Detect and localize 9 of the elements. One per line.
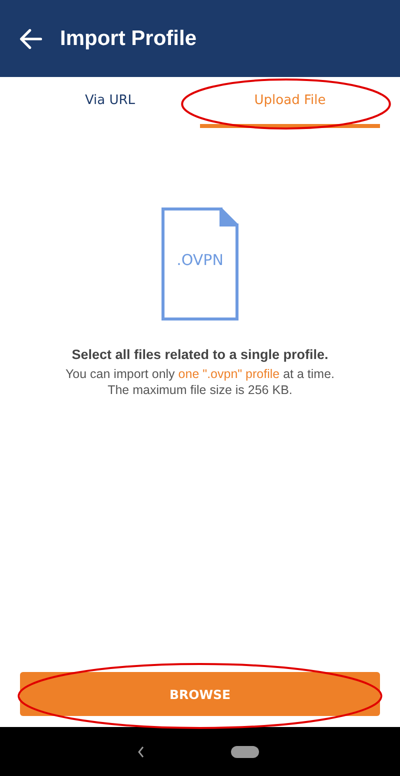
file-size-note: The maximum file size is 256 KB. xyxy=(108,382,292,398)
browse-button[interactable]: BROWSE xyxy=(20,672,380,716)
instruction-heading: Select all files related to a single profile. xyxy=(72,347,328,362)
instruction-text: You can import only one ".ovpn" profile at a time. xyxy=(65,366,334,382)
tab[interactable]: Via URL xyxy=(20,77,200,128)
screen-title: Import Profile xyxy=(60,26,197,50)
home-nav-icon[interactable] xyxy=(231,746,259,758)
file-icon: .OVPN xyxy=(161,207,239,321)
back-nav-icon[interactable] xyxy=(137,746,145,758)
